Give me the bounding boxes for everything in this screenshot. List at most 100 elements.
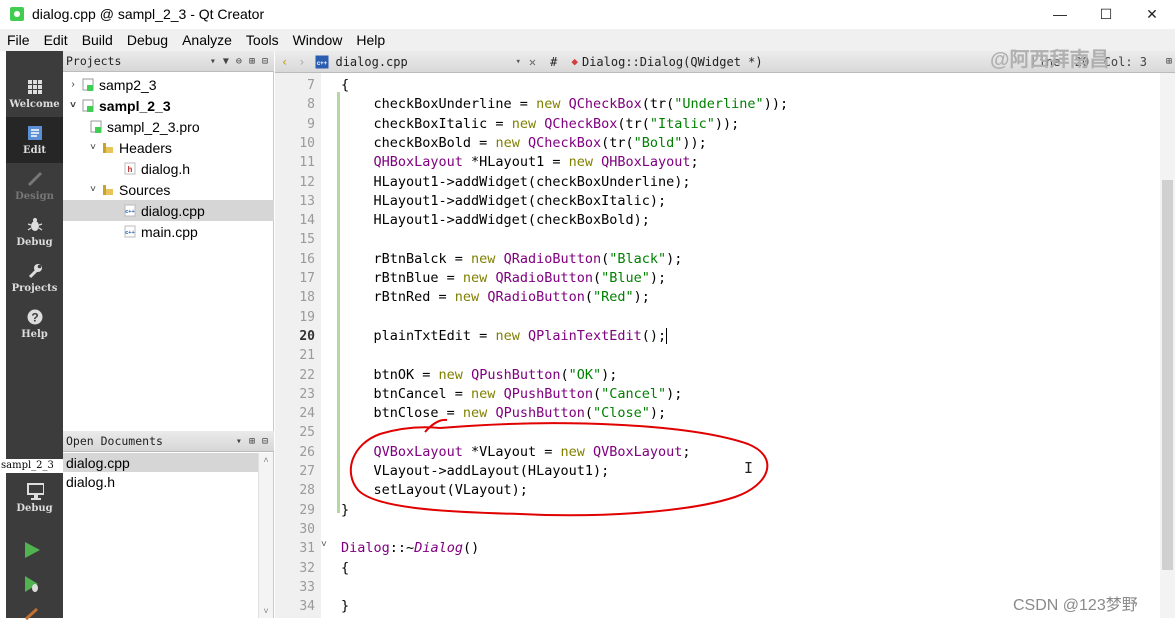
- watermark-top: @阿西拜南昌: [990, 49, 1110, 71]
- line-number: 7: [307, 78, 315, 93]
- tree-item-dialog-h[interactable]: h dialog.h: [63, 158, 274, 179]
- line-number: 14: [299, 213, 315, 229]
- mode-projects[interactable]: Projects: [6, 255, 63, 301]
- code-line[interactable]: }: [341, 597, 349, 616]
- code-line[interactable]: {: [341, 559, 349, 578]
- mode-debug[interactable]: Debug: [6, 209, 63, 255]
- mode-projects-label: Projects: [11, 283, 58, 294]
- close-pane-icon[interactable]: ⊟: [262, 56, 268, 67]
- tree-item-label: Sources: [119, 181, 171, 198]
- symbol-selector[interactable]: Dialog::Dialog(QWidget *): [582, 55, 763, 69]
- kit-project-label: sampl_2_3: [0, 459, 63, 473]
- close-button[interactable]: ✕: [1129, 0, 1175, 28]
- menu-edit[interactable]: Edit: [37, 29, 75, 51]
- editor-scrollbar-thumb[interactable]: [1162, 180, 1173, 570]
- kit-selector[interactable]: Debug: [6, 475, 63, 521]
- run-icon[interactable]: [23, 541, 41, 562]
- build-icon[interactable]: [23, 607, 41, 624]
- dropdown-arrow-icon[interactable]: ▾: [210, 56, 216, 67]
- code-line[interactable]: HLayout1->addWidget(checkBoxItalic);: [341, 192, 667, 211]
- open-document-item[interactable]: dialog.cpp: [63, 453, 258, 472]
- mode-help[interactable]: ? Help: [6, 301, 63, 347]
- menu-analyze[interactable]: Analyze: [175, 29, 239, 51]
- svg-text:c++: c++: [125, 230, 134, 236]
- code-editor[interactable]: { checkBoxUnderline = new QCheckBox(tr("…: [341, 73, 1153, 618]
- scroll-down-icon[interactable]: ˅: [259, 606, 273, 616]
- code-line[interactable]: rBtnBlue = new QRadioButton("Blue");: [341, 269, 667, 288]
- code-line[interactable]: checkBoxItalic = new QCheckBox(tr("Itali…: [341, 115, 740, 134]
- open-document-item[interactable]: dialog.h: [63, 472, 258, 491]
- code-line[interactable]: }: [341, 501, 349, 520]
- minimize-button[interactable]: —: [1037, 0, 1083, 28]
- dropdown-arrow-icon[interactable]: ▾: [236, 436, 242, 447]
- document-tab[interactable]: dialog.cpp: [335, 55, 515, 69]
- qt-creator-app-icon: [10, 7, 24, 21]
- back-arrow-icon[interactable]: ‹: [281, 55, 288, 69]
- tree-item-main-cpp[interactable]: c++ main.cpp: [63, 221, 274, 242]
- code-line[interactable]: btnCancel = new QPushButton("Cancel");: [341, 385, 683, 404]
- maximize-button[interactable]: ☐: [1083, 0, 1129, 28]
- link-icon[interactable]: ⊖: [236, 56, 242, 67]
- tree-item-label: main.cpp: [141, 223, 198, 240]
- code-line[interactable]: btnClose = new QPushButton("Close");: [341, 404, 667, 423]
- line-number: 25: [299, 425, 315, 441]
- open-documents-scrollbar[interactable]: ˄ ˅: [258, 453, 273, 618]
- line-number: 34: [299, 599, 315, 615]
- mode-edit-label: Edit: [22, 145, 47, 156]
- scroll-up-icon[interactable]: ˄: [259, 455, 273, 465]
- tree-item-sources[interactable]: ˅ Sources: [63, 179, 274, 200]
- collapse-arrow-icon[interactable]: ˅: [87, 142, 99, 153]
- mode-design[interactable]: Design: [6, 163, 63, 209]
- mode-edit[interactable]: Edit: [6, 117, 63, 163]
- kit-build-label: Debug: [16, 503, 53, 514]
- close-document-icon[interactable]: ✕: [529, 55, 536, 69]
- collapse-arrow-icon[interactable]: ˅: [87, 184, 99, 195]
- code-line[interactable]: Dialog::~Dialog(): [341, 539, 479, 558]
- cpp-file-icon: c++: [124, 225, 136, 238]
- mode-welcome[interactable]: Welcome: [6, 71, 63, 117]
- code-line[interactable]: rBtnRed = new QRadioButton("Red");: [341, 288, 650, 307]
- tree-item-samp2-3[interactable]: › samp2_3: [63, 74, 274, 95]
- menu-debug[interactable]: Debug: [120, 29, 175, 51]
- split-icon[interactable]: ⊞: [249, 436, 255, 447]
- tree-item-headers[interactable]: ˅ Headers: [63, 137, 274, 158]
- collapse-arrow-icon[interactable]: ˅: [67, 100, 79, 111]
- code-line[interactable]: setLayout(VLayout);: [341, 481, 528, 500]
- cpp-file-icon: c++: [124, 204, 136, 217]
- document-dropdown-icon[interactable]: ▾: [515, 57, 520, 67]
- code-line[interactable]: btnOK = new QPushButton("OK");: [341, 366, 618, 385]
- line-number: 31: [299, 541, 315, 557]
- forward-arrow-icon[interactable]: ›: [298, 55, 305, 69]
- line-number: 10: [299, 135, 315, 151]
- tree-item-dialog-cpp[interactable]: c++ dialog.cpp: [63, 200, 274, 221]
- tree-item-sampl-2-3[interactable]: ˅ sampl_2_3: [63, 95, 274, 116]
- filter-icon[interactable]: ▼: [223, 56, 229, 67]
- code-line[interactable]: QHBoxLayout *HLayout1 = new QHBoxLayout;: [341, 153, 699, 172]
- tree-item-pro-file[interactable]: sampl_2_3.pro: [63, 116, 274, 137]
- debug-run-icon[interactable]: [23, 575, 41, 596]
- code-line[interactable]: checkBoxUnderline = new QCheckBox(tr("Un…: [341, 95, 789, 114]
- menu-help[interactable]: Help: [349, 29, 392, 51]
- menu-file[interactable]: File: [0, 29, 37, 51]
- code-line[interactable]: HLayout1->addWidget(checkBoxUnderline);: [341, 173, 691, 192]
- line-number: 22: [299, 367, 315, 383]
- menu-tools[interactable]: Tools: [239, 29, 286, 51]
- line-number: 21: [299, 348, 315, 364]
- code-line[interactable]: {: [341, 76, 349, 95]
- code-line[interactable]: VLayout->addLayout(HLayout1);: [341, 462, 610, 481]
- code-line[interactable]: checkBoxBold = new QCheckBox(tr("Bold"))…: [341, 134, 707, 153]
- code-line[interactable]: plainTxtEdit = new QPlainTextEdit();: [341, 327, 668, 346]
- project-icon: [82, 78, 94, 91]
- tree-item-label: dialog.cpp: [141, 202, 205, 219]
- code-line[interactable]: HLayout1->addWidget(checkBoxBold);: [341, 211, 650, 230]
- split-icon[interactable]: ⊞: [249, 56, 255, 67]
- expand-arrow-icon[interactable]: ›: [67, 79, 79, 90]
- code-line[interactable]: QVBoxLayout *VLayout = new QVBoxLayout;: [341, 443, 691, 462]
- menu-build[interactable]: Build: [75, 29, 120, 51]
- fold-arrow-icon[interactable]: ˅: [321, 539, 327, 550]
- close-pane-icon[interactable]: ⊟: [262, 436, 268, 447]
- monitor-icon: [26, 482, 44, 500]
- code-line[interactable]: rBtnBalck = new QRadioButton("Black");: [341, 250, 683, 269]
- split-editor-icon[interactable]: ⊞: [1166, 56, 1172, 67]
- menu-window[interactable]: Window: [286, 29, 350, 51]
